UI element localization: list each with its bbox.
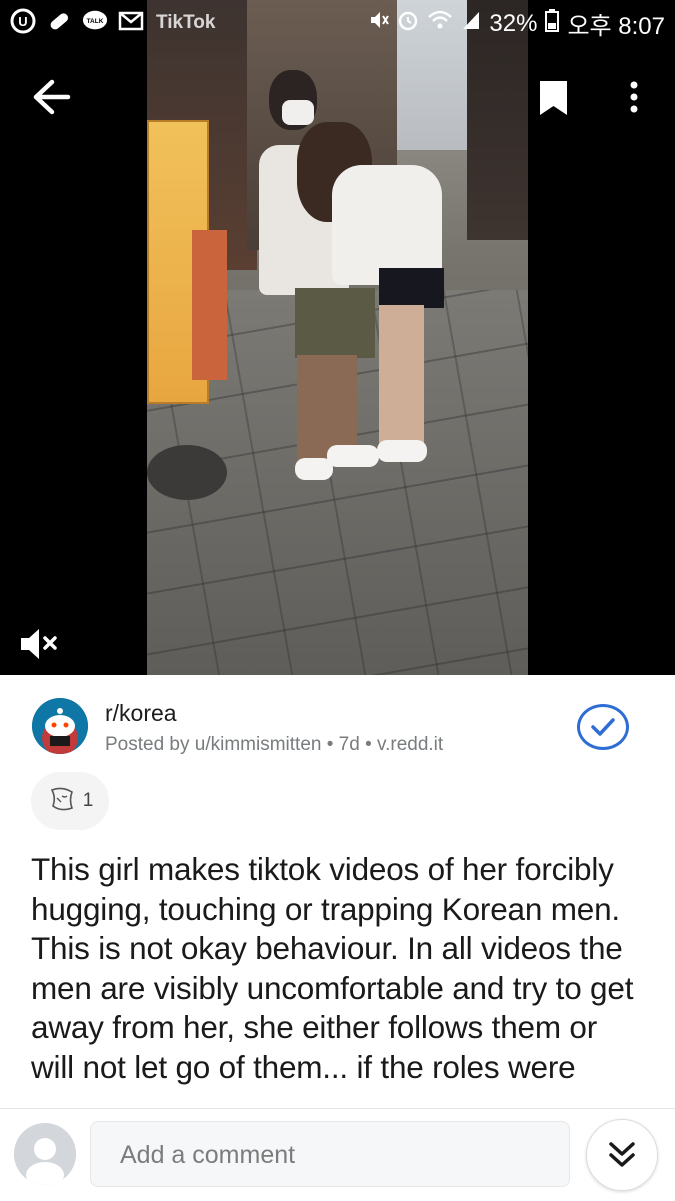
post-body-text: This girl makes tiktok videos of her for…: [31, 851, 634, 1085]
join-check-button[interactable]: [577, 704, 629, 750]
status-left-icons: U TALK: [10, 8, 144, 34]
video-player[interactable]: TikTok: [0, 0, 675, 675]
award-icon: [47, 786, 77, 817]
user-avatar[interactable]: [14, 1123, 76, 1185]
battery-icon: [545, 8, 560, 39]
svg-text:TALK: TALK: [87, 18, 104, 25]
clock: 오후 8:07: [567, 13, 665, 40]
pill-icon: [46, 8, 72, 34]
status-bar: U TALK 32% 오후 8:07: [0, 0, 675, 46]
svg-text:U: U: [18, 14, 27, 29]
signal-icon: [461, 9, 481, 38]
mute-status-icon: [369, 9, 390, 38]
alarm-icon: [397, 9, 419, 38]
award-pill[interactable]: 1: [31, 772, 109, 830]
back-arrow-icon[interactable]: [30, 78, 74, 116]
video-frame: [147, 0, 528, 675]
more-icon[interactable]: [620, 80, 648, 116]
subreddit-name[interactable]: r/korea: [105, 700, 177, 727]
checkmark-icon: [591, 718, 615, 736]
mail-icon: [118, 8, 144, 34]
comment-placeholder: Add a comment: [120, 1141, 296, 1169]
battery-percent: 32%: [489, 9, 538, 37]
u-plus-icon: U: [10, 8, 36, 34]
post-meta: Posted by u/kimmismitten • 7d • v.redd.i…: [105, 734, 444, 755]
double-chevron-down-icon: [609, 1142, 635, 1167]
expand-button[interactable]: [586, 1119, 658, 1191]
talk-icon: TALK: [82, 8, 108, 34]
status-right-icons: 32% 오후 8:07: [369, 6, 665, 41]
bookmark-icon[interactable]: [537, 79, 570, 117]
subreddit-avatar[interactable]: [32, 698, 88, 754]
wifi-icon: [427, 9, 453, 38]
award-count: 1: [82, 790, 94, 811]
mute-icon[interactable]: [18, 625, 60, 663]
